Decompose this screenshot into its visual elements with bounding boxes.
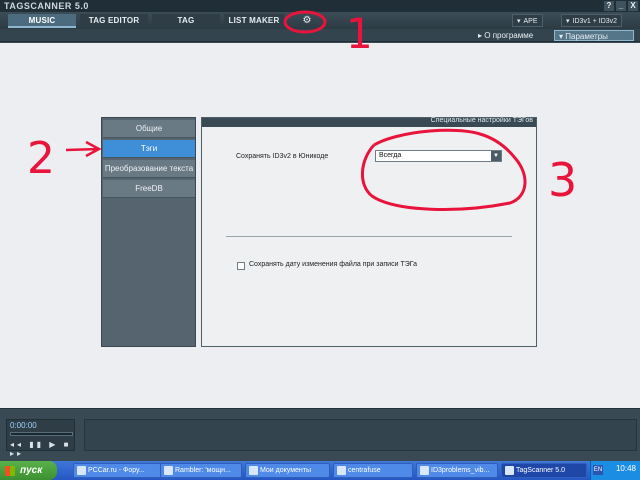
minimize-button[interactable]: _ xyxy=(616,1,626,11)
playback-buttons[interactable]: ◂◂ ▮▮ ▶ ■ ▸▸ xyxy=(10,440,74,458)
taskbar-item[interactable]: Rambler: 'мощн... xyxy=(160,463,242,478)
tab-tag-processor[interactable]: Tag processor xyxy=(152,14,220,39)
panel-header: Специальные настройки ТЭГов xyxy=(202,117,536,127)
divider xyxy=(226,236,512,237)
clock: 10:48 xyxy=(615,464,636,473)
folder-icon xyxy=(249,466,258,475)
tab-music-renamer[interactable]: Music renamer xyxy=(8,14,76,39)
settings-nav: Общие Тэги Преобразование текста FreeDB xyxy=(101,117,196,347)
browser-icon xyxy=(77,466,86,475)
taskbar-item[interactable]: PCCar.ru - Фору... xyxy=(73,463,168,478)
close-button[interactable]: X xyxy=(628,1,638,11)
title-bar: TAGSCANNER 5.0 ? _ X xyxy=(0,0,640,12)
taskbar-item-label: PCCar.ru - Фору... xyxy=(88,467,145,474)
chevron-down-icon: ▾ xyxy=(517,18,521,25)
about-button[interactable]: ▸ О программе xyxy=(474,30,537,41)
tab-tag-editor[interactable]: Tag editor xyxy=(80,14,148,28)
taskbar-item-label: Мои документы xyxy=(260,467,312,474)
nav-item-text-conversion[interactable]: Преобразование текста xyxy=(103,160,195,178)
taskbar-item[interactable]: centrafuse xyxy=(333,463,413,478)
settings-gear-icon[interactable]: ⚙ xyxy=(287,14,327,28)
tab-list-maker[interactable]: List maker xyxy=(224,14,284,28)
panel-title: Специальные настройки ТЭГов xyxy=(430,117,533,124)
nav-item-general[interactable]: Общие xyxy=(103,120,195,138)
keep-date-label: Сохранять дату изменения файла при запис… xyxy=(249,261,418,268)
unicode-label: Сохранять ID3v2 в Юникоде xyxy=(236,153,329,160)
taskbar-item[interactable]: Мои документы xyxy=(245,463,330,478)
unicode-select-value: Всегда xyxy=(379,152,402,159)
app-icon xyxy=(337,466,346,475)
player-bar: 0:00:00 ◂◂ ▮▮ ▶ ■ ▸▸ xyxy=(0,408,640,461)
taskbar-item-label: centrafuse xyxy=(348,467,381,474)
player-time: 0:00:00 xyxy=(10,421,37,430)
help-button[interactable]: ? xyxy=(604,1,614,11)
start-label: пуск xyxy=(20,465,43,476)
taskbar-item-label: ID3problems_vib... xyxy=(431,467,490,474)
browser-icon xyxy=(164,466,173,475)
app-icon xyxy=(505,466,514,475)
tag-settings-panel: Специальные настройки ТЭГов Сохранять ID… xyxy=(201,117,537,347)
taskbar-item[interactable]: ID3problems_vib... xyxy=(416,463,498,478)
start-button[interactable]: пуск xyxy=(0,461,57,480)
seek-bar[interactable] xyxy=(10,432,73,436)
system-tray: EN 10:48 xyxy=(590,461,640,480)
settings-label: Параметры xyxy=(565,32,608,41)
taskbar-item-label: Rambler: 'мощн... xyxy=(175,467,231,474)
chevron-down-icon[interactable]: ▼ xyxy=(491,151,501,161)
language-indicator[interactable]: EN xyxy=(593,465,603,475)
document-icon xyxy=(420,466,429,475)
nav-item-freedb[interactable]: FreeDB xyxy=(103,180,195,198)
taskbar-item-label: TagScanner 5.0 xyxy=(516,467,566,474)
nav-item-tags[interactable]: Тэги xyxy=(103,140,195,158)
player-track-area xyxy=(84,419,637,451)
taskbar: пуск PCCar.ru - Фору... Rambler: 'мощн..… xyxy=(0,461,640,480)
ape-format-select[interactable]: ▾ APE xyxy=(512,14,543,27)
main-tabs: Music renamer Tag editor Tag processor L… xyxy=(0,12,640,39)
app-window: TAGSCANNER 5.0 ? _ X Music renamer Tag e… xyxy=(0,0,640,461)
chevron-down-icon: ▾ xyxy=(566,18,570,25)
settings-button[interactable]: ▾ Параметры xyxy=(554,30,634,41)
player-controls: 0:00:00 ◂◂ ▮▮ ▶ ■ ▸▸ xyxy=(6,419,75,458)
id3-format-select[interactable]: ▾ ID3v1 + ID3v2 xyxy=(561,14,623,27)
sub-toolbar: ▸ О программе ▾ Параметры xyxy=(0,29,640,42)
id3-format-label: ID3v1 + ID3v2 xyxy=(572,18,618,25)
about-label: О программе xyxy=(484,31,534,40)
ape-format-label: APE xyxy=(523,18,538,25)
windows-logo-icon xyxy=(5,466,15,476)
keep-date-checkbox[interactable] xyxy=(237,262,245,270)
app-title: TAGSCANNER 5.0 xyxy=(4,1,89,11)
unicode-select[interactable]: Всегда ▼ xyxy=(375,150,502,162)
content-area: Общие Тэги Преобразование текста FreeDB … xyxy=(0,43,640,408)
taskbar-item-active[interactable]: TagScanner 5.0 xyxy=(501,463,587,478)
